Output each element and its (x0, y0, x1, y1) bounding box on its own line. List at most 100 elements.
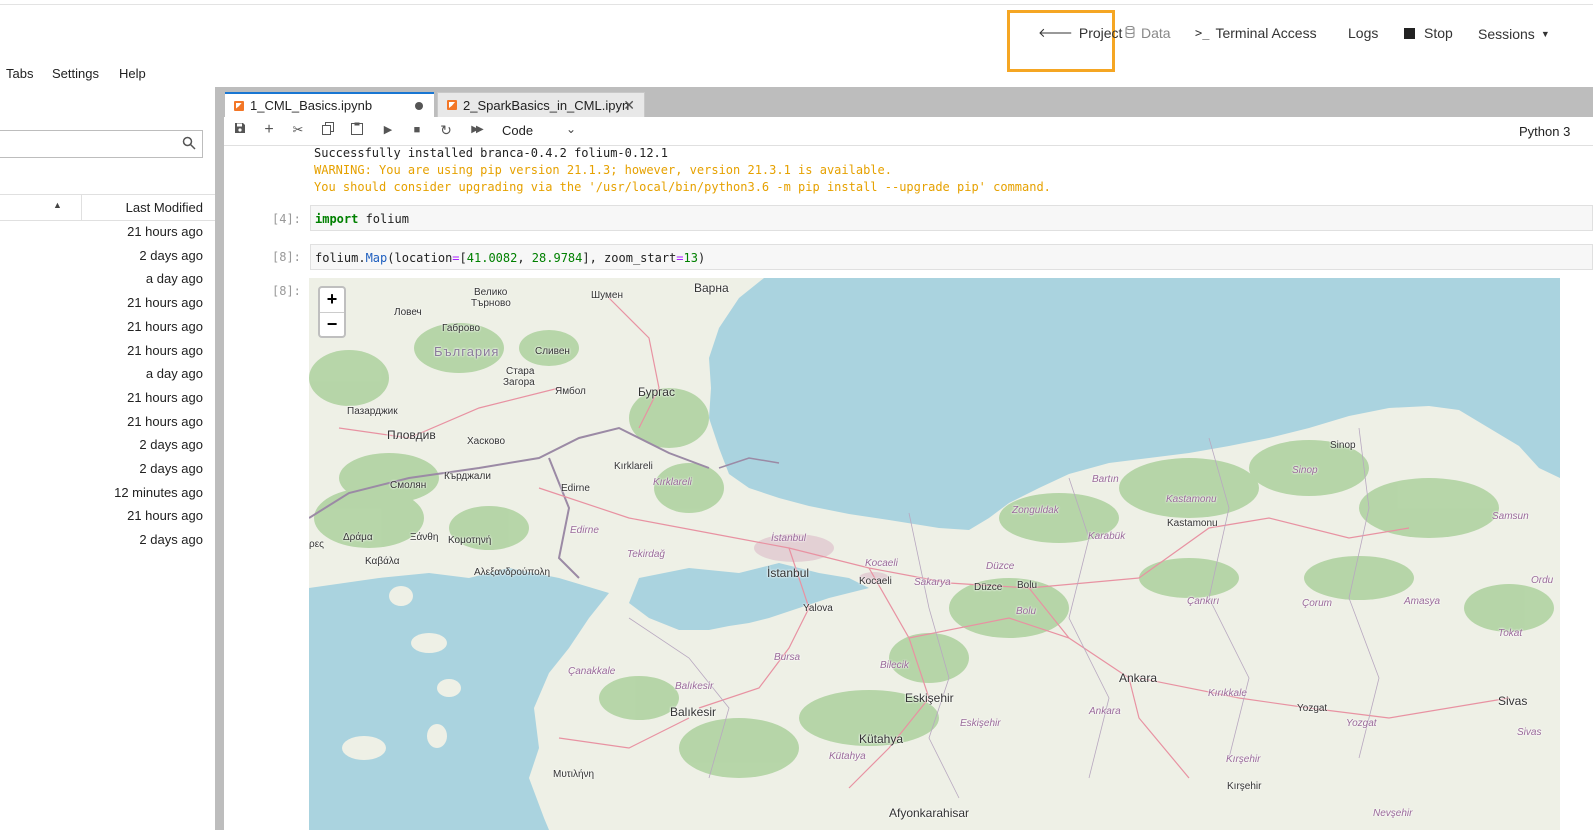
map-label-bolu: Bolu (1017, 580, 1038, 591)
menu-help[interactable]: Help (119, 66, 146, 81)
file-row-modified[interactable]: 21 hours ago (0, 224, 203, 239)
map-label-bulgaria: България (434, 344, 500, 359)
keyword-token: import (315, 212, 359, 226)
tab-cml-basics[interactable]: 1_CML_Basics.ipynb (225, 92, 434, 117)
interrupt-icon[interactable]: ■ (409, 122, 425, 138)
code-token: ) (697, 251, 706, 265)
map-label-kavala: Καβάλα (365, 556, 400, 567)
map-label-balikesir-it: Balıkesir (675, 681, 714, 692)
menu-settings[interactable]: Settings (52, 66, 99, 81)
map-label-alexandroupoli: Αλεξανδρούπολη (474, 567, 551, 578)
code-token: (location (387, 251, 453, 265)
file-row-modified[interactable]: 2 days ago (0, 437, 203, 452)
notebook-icon (447, 100, 457, 110)
terminal-access-link[interactable]: >_ Terminal Access (1195, 22, 1317, 44)
unsaved-dot-icon[interactable] (415, 102, 423, 110)
tab-label: 2_SparkBasics_in_CML.ipyn (463, 97, 629, 113)
operator-token: = (676, 251, 684, 265)
add-cell-icon[interactable]: + (261, 122, 277, 138)
project-link[interactable]: 🡐 Project (1038, 22, 1122, 44)
file-filter-input[interactable] (0, 130, 203, 158)
code-token: , (517, 251, 532, 265)
map-label-edirne: Edirne (561, 483, 590, 494)
header-divider (81, 195, 82, 220)
map-label-plovdiv: Пловдив (387, 428, 436, 442)
save-icon[interactable] (232, 122, 248, 138)
map-label-eskisehir-it: Eskişehir (960, 718, 1001, 729)
map-label-kirsehir: Kırşehir (1227, 781, 1262, 792)
notebook-toolbar (224, 117, 1593, 146)
file-row-modified[interactable]: 21 hours ago (0, 390, 203, 405)
menu-tabs[interactable]: Tabs (6, 66, 33, 81)
sort-name-caret-icon[interactable]: ▲ (53, 200, 62, 210)
map-label-afyon: Afyonkarahisar (889, 806, 970, 820)
map-label-duzce: Düzce (974, 582, 1003, 593)
map-label-kirikkale: Kırıkkale (1208, 688, 1247, 699)
notebook-icon (234, 100, 244, 111)
operator-token: = (452, 251, 460, 265)
file-row-modified[interactable]: 12 minutes ago (0, 485, 203, 500)
caret-down-icon: ▼ (1540, 29, 1550, 39)
top-divider (0, 4, 1593, 5)
tab-sparkbasics[interactable]: 2_SparkBasics_in_CML.ipyn ✕ (437, 92, 645, 117)
logs-label: Logs (1348, 25, 1379, 41)
map-label-xanthi: Ξάνθη (410, 532, 439, 543)
code-token: [ (459, 251, 467, 265)
code-line: folium.Map(location=[41.0082, 28.9784], … (315, 251, 705, 265)
last-modified-header[interactable]: Last Modified (126, 200, 203, 215)
stop-label: Stop (1424, 25, 1453, 41)
database-icon (1125, 25, 1135, 41)
sessions-dropdown[interactable]: Sessions ▼ (1478, 23, 1550, 45)
map-label-komotini: Κομοτηνή (448, 535, 492, 546)
input-prompt: [4]: (272, 212, 301, 226)
run-icon[interactable]: ▶ (380, 122, 396, 138)
restart-icon[interactable]: ↻ (438, 122, 454, 138)
file-row-modified[interactable]: a day ago (0, 271, 203, 286)
zoom-out-button[interactable]: − (320, 313, 344, 337)
pip-warning-line: You should consider upgrading via the '/… (314, 180, 1051, 194)
map-label-zagora: Загора (503, 377, 535, 388)
stop-square-icon (1404, 27, 1415, 39)
project-link-label: Project (1078, 25, 1123, 41)
map-label-sinop-it: Sinop (1292, 465, 1318, 476)
file-row-modified[interactable]: 2 days ago (0, 461, 203, 476)
code-cell[interactable]: import folium (310, 205, 1593, 231)
map-label-kocaeli-it: Kocaeli (865, 558, 898, 569)
map-label-varna: Варна (694, 281, 729, 295)
map-label-cankiri: Çankırı (1187, 596, 1220, 607)
map-label-samsun: Samsun (1492, 511, 1529, 522)
paste-icon[interactable] (349, 122, 365, 138)
map-label-istanbul-it: İstanbul (771, 533, 807, 544)
logs-link[interactable]: Logs (1348, 22, 1378, 44)
island (427, 724, 447, 748)
file-row-modified[interactable]: a day ago (0, 366, 203, 381)
map-label-tekirdag: Tekirdağ (627, 549, 665, 560)
file-row-modified[interactable]: 21 hours ago (0, 414, 203, 429)
file-row-modified[interactable]: 2 days ago (0, 248, 203, 263)
file-row-modified[interactable]: 21 hours ago (0, 295, 203, 310)
kernel-name[interactable]: Python 3 (1519, 124, 1570, 139)
code-cell[interactable]: folium.Map(location=[41.0082, 28.9784], … (310, 244, 1593, 270)
map-label-kastamonu: Kastamonu (1167, 518, 1218, 529)
map-label-yambol: Ямбол (555, 386, 586, 397)
copy-icon[interactable] (320, 122, 336, 138)
folium-map[interactable]: Варна Велико Търново Шумен Ловеч Габрово Бълга… (309, 278, 1560, 830)
file-row-modified[interactable]: 21 hours ago (0, 319, 203, 334)
map-label-drama: Δράμα (343, 532, 373, 543)
map-label-yozgat-it: Yozgat (1346, 718, 1377, 729)
zoom-in-button[interactable]: + (320, 288, 344, 313)
map-label-sinop: Sinop (1330, 440, 1356, 451)
run-all-icon[interactable]: ▶▶ (468, 122, 484, 138)
panel-splitter[interactable] (215, 87, 224, 830)
cell-type-select[interactable]: Code ⌄ (502, 122, 576, 138)
close-icon[interactable]: ✕ (623, 97, 635, 114)
map-label-kastamonu-it: Kastamonu (1166, 494, 1217, 505)
stop-button[interactable]: Stop (1404, 22, 1453, 44)
cut-icon[interactable]: ✂ (290, 122, 306, 138)
file-row-modified[interactable]: 21 hours ago (0, 343, 203, 358)
data-link[interactable]: Data (1125, 22, 1171, 44)
file-row-modified[interactable]: 21 hours ago (0, 508, 203, 523)
map-label-haskovo: Хасково (467, 436, 506, 447)
file-row-modified[interactable]: 2 days ago (0, 532, 203, 547)
map-zoom-control: + − (318, 286, 346, 338)
